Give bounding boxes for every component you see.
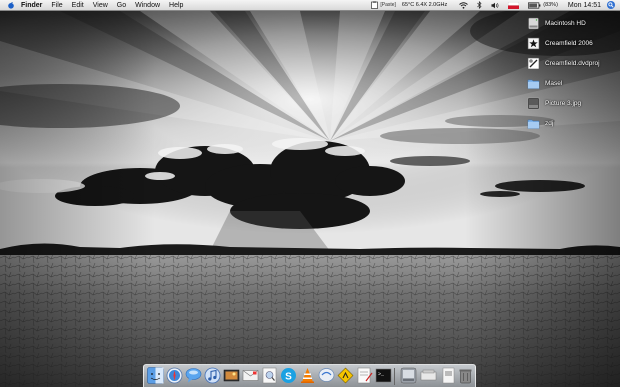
vlc-icon[interactable] xyxy=(299,367,316,384)
trash-icon[interactable] xyxy=(457,367,474,384)
menu-help[interactable]: Help xyxy=(169,2,183,9)
desktop-item-label: Creamfield.dvdproj xyxy=(545,59,600,67)
desktop-item-macintosh-hd[interactable]: Macintosh HD xyxy=(527,16,586,30)
menu-go[interactable]: Go xyxy=(117,2,126,9)
desktop-item-zdj[interactable]: zdj xyxy=(527,116,553,130)
menu-file[interactable]: File xyxy=(51,2,62,9)
desktop-item-creamfield-2006[interactable]: Creamfield 2006 xyxy=(527,36,593,50)
battery-icon[interactable] xyxy=(528,1,541,9)
menu-view[interactable]: View xyxy=(93,2,108,9)
document-icon[interactable] xyxy=(440,367,457,384)
image-file-icon xyxy=(527,97,540,109)
system-preferences-icon[interactable] xyxy=(400,367,417,384)
desktop-item-label: Macintosh HD xyxy=(545,19,586,27)
search-icon xyxy=(608,2,614,8)
desktop-item-picture-3[interactable]: Picture 3.jpg xyxy=(527,96,581,110)
desktop-item-creamfield-dvdproj[interactable]: Creamfield.dvdproj xyxy=(527,56,600,70)
battery-percent[interactable]: (83%) xyxy=(543,2,558,8)
stack-icon[interactable] xyxy=(420,367,437,384)
hard-drive-icon xyxy=(528,17,539,29)
spotlight-button[interactable] xyxy=(607,1,615,9)
desktop-item-label: zdj xyxy=(545,119,554,127)
bluetooth-icon[interactable] xyxy=(477,1,482,9)
flag-icon[interactable] xyxy=(508,1,520,9)
desktop-item-label: Picture 3.jpg xyxy=(545,99,582,107)
menu-edit[interactable]: Edit xyxy=(72,2,84,9)
skype-icon[interactable]: S xyxy=(280,367,297,384)
folder-icon xyxy=(527,119,540,129)
menu-finder[interactable]: Finder xyxy=(21,2,42,9)
dock: S >_ xyxy=(143,364,476,387)
svg-text:S: S xyxy=(285,371,292,382)
menu-clock[interactable]: Mon 14:51 xyxy=(568,2,601,9)
desktop[interactable]: Macintosh HD Creamfield 2006 Creamfield.… xyxy=(0,11,620,387)
volume-icon[interactable] xyxy=(491,2,499,9)
editor-icon[interactable] xyxy=(356,367,373,384)
folder-icon xyxy=(527,79,540,89)
desktop-item-label: Creamfield 2006 xyxy=(545,39,593,47)
itunes-icon[interactable] xyxy=(204,367,221,384)
safari-icon[interactable] xyxy=(166,367,183,384)
finder-icon[interactable] xyxy=(147,367,164,384)
menu-bar: Finder File Edit View Go Window Help [Pa… xyxy=(0,0,620,11)
menu-extras: [Paste] 65°C 6.4X 2.0GHz (83%) Mon 14:51 xyxy=(371,0,620,11)
apple-menu-icon[interactable] xyxy=(7,1,15,9)
clipboard-icon[interactable] xyxy=(371,1,379,9)
cpu-monitor[interactable]: 65°C 6.4X 2.0GHz xyxy=(402,2,447,8)
desktop-item-label: Masel xyxy=(545,79,563,87)
terminal-icon[interactable]: >_ xyxy=(375,367,392,384)
svg-text:>_: >_ xyxy=(378,372,385,378)
wifi-icon[interactable] xyxy=(459,1,469,9)
desktop-item-masel[interactable]: Masel xyxy=(527,76,562,90)
mail-icon[interactable] xyxy=(242,367,259,384)
paste-status[interactable]: [Paste] xyxy=(380,2,396,8)
preview-icon[interactable] xyxy=(261,367,278,384)
dock-separator xyxy=(394,368,395,385)
movie-clapper-icon xyxy=(527,37,540,49)
messenger-icon[interactable] xyxy=(318,367,335,384)
ichat-icon[interactable] xyxy=(185,367,202,384)
dvd-project-icon xyxy=(527,57,540,69)
gps-icon[interactable] xyxy=(337,367,354,384)
iphoto-icon[interactable] xyxy=(223,367,240,384)
menu-window[interactable]: Window xyxy=(135,2,160,9)
